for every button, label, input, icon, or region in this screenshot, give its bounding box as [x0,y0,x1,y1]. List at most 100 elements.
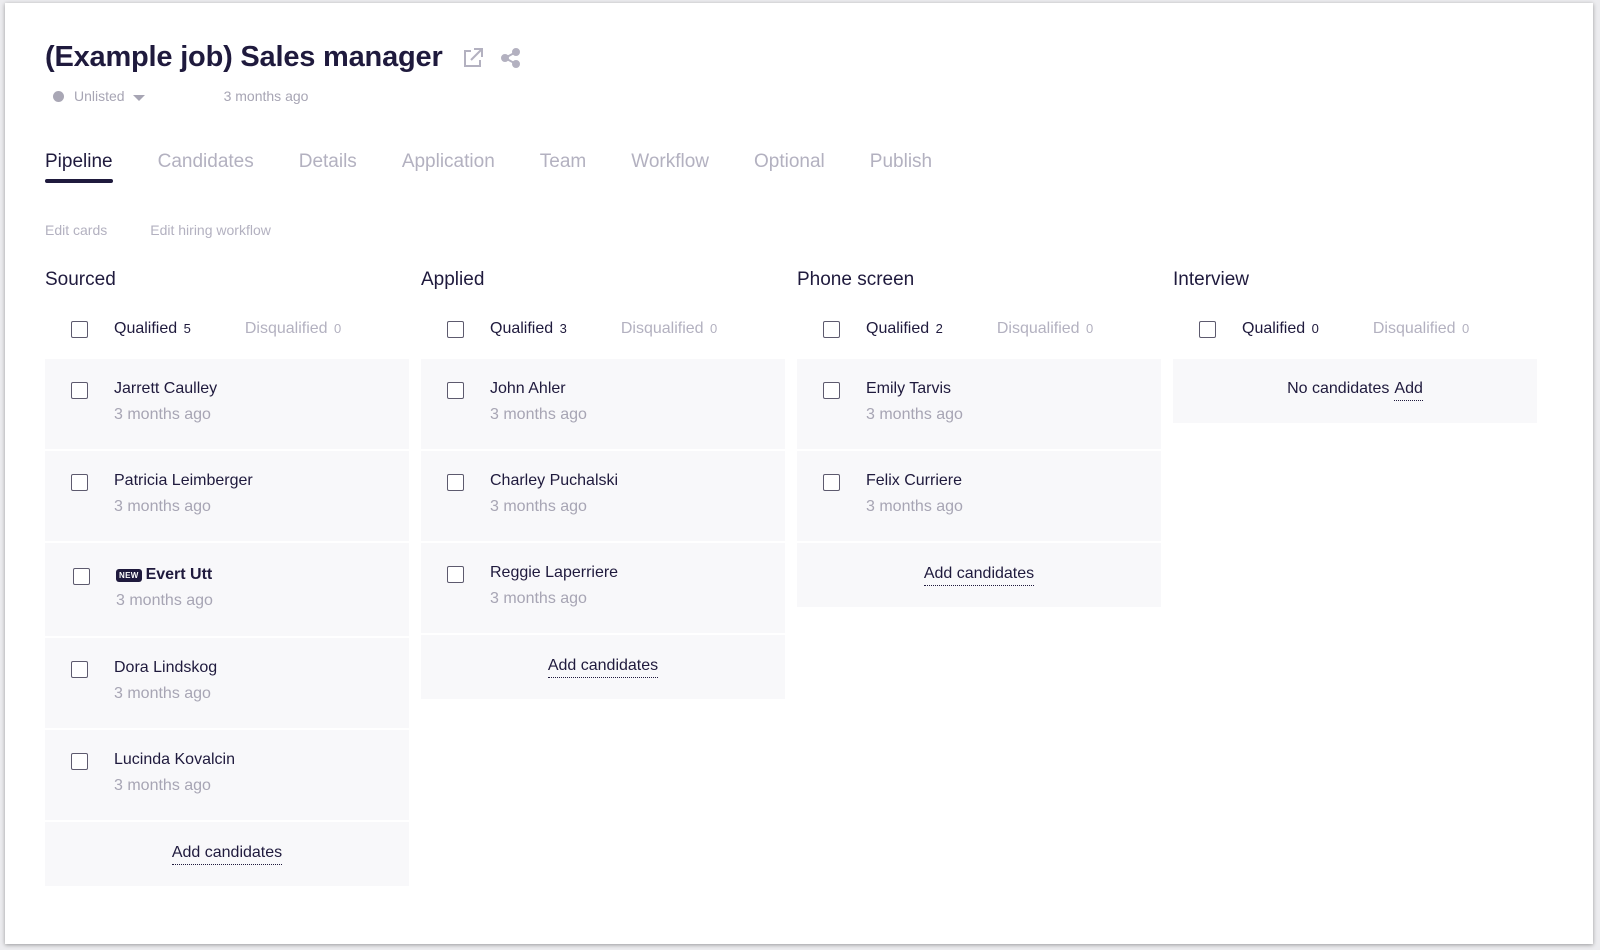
candidate-card[interactable]: Reggie Laperriere 3 months ago [421,543,785,633]
disqualified-count: 0 [1086,321,1094,336]
tab-team[interactable]: Team [540,151,586,183]
tab-workflow[interactable]: Workflow [631,151,709,183]
disqualified-count: 0 [334,321,342,336]
add-candidates-button[interactable]: Add candidates [547,657,659,678]
tab-candidates[interactable]: Candidates [158,151,254,183]
tab-details[interactable]: Details [299,151,357,183]
candidate-checkbox[interactable] [447,566,464,583]
share-icon[interactable] [499,46,523,70]
status-label: Unlisted [74,88,125,104]
candidate-info: Lucinda Kovalcin 3 months ago [114,751,235,820]
candidate-checkbox[interactable] [71,661,88,678]
chevron-down-icon [132,94,145,101]
disqualified-filter[interactable]: Disqualified 0 [621,320,717,338]
pipeline-board: Sourced Qualified 5 Disqualified 0 Jarre… [45,269,1549,886]
candidate-name: Reggie Laperriere [490,564,619,581]
candidate-card[interactable]: Dora Lindskog 3 months ago [45,638,409,728]
candidate-checkbox[interactable] [447,382,464,399]
candidate-name-row: NEW Evert Utt [116,566,213,584]
select-all-checkbox[interactable] [823,320,840,338]
candidate-date: 3 months ago [116,592,213,609]
tab-pipeline[interactable]: Pipeline [45,151,113,183]
candidate-info: Jarrett Caulley 3 months ago [114,380,217,449]
external-link-icon[interactable] [461,46,485,70]
candidate-checkbox[interactable] [73,568,90,585]
disqualified-count: 0 [710,321,718,336]
candidate-info: John Ahler 3 months ago [490,380,587,449]
candidate-info: Dora Lindskog 3 months ago [114,659,217,728]
candidate-card[interactable]: Patricia Leimberger 3 months ago [45,451,409,541]
tab-publish[interactable]: Publish [870,151,932,183]
candidate-name: Patricia Leimberger [114,472,253,489]
candidate-card[interactable]: Emily Tarvis 3 months ago [797,359,1161,449]
candidate-date: 3 months ago [114,685,211,702]
edit-hiring-workflow-link[interactable]: Edit hiring workflow [150,222,271,238]
candidate-checkbox[interactable] [71,753,88,770]
candidate-info: Charley Puchalski 3 months ago [490,472,618,541]
status-dropdown[interactable]: Unlisted [53,88,145,104]
candidate-checkbox[interactable] [71,474,88,491]
pipeline-subnav: Edit cards Edit hiring workflow [45,222,314,238]
app-window: (Example job) Sales manager Unlisted 3 m… [5,3,1593,944]
stage-column-sourced: Sourced Qualified 5 Disqualified 0 Jarre… [45,269,409,886]
qualified-filter[interactable]: Qualified 0 [1242,320,1319,338]
candidate-card[interactable]: Lucinda Kovalcin 3 months ago [45,730,409,820]
qualified-label: Qualified [866,320,930,337]
candidate-card[interactable]: John Ahler 3 months ago [421,359,785,449]
qualified-count: 0 [1311,321,1319,336]
select-all-checkbox[interactable] [447,320,464,338]
stage-title: Sourced [45,269,116,290]
candidate-date: 3 months ago [114,406,211,423]
stage-title: Phone screen [797,269,915,290]
candidate-info: NEW Evert Utt 3 months ago [116,566,213,636]
created-date: 3 months ago [223,88,309,104]
qualified-label: Qualified [114,320,178,337]
new-badge: NEW [116,568,142,582]
candidate-date: 3 months ago [866,406,963,423]
qualified-filter[interactable]: Qualified 3 [490,320,567,338]
job-tabs: Pipeline Candidates Details Application … [45,151,977,183]
select-all-checkbox[interactable] [1199,320,1216,338]
qualified-filter[interactable]: Qualified 2 [866,320,943,338]
candidate-name: Charley Puchalski [490,472,619,489]
candidate-checkbox[interactable] [71,382,88,399]
disqualified-label: Disqualified [1372,320,1456,337]
disqualified-filter[interactable]: Disqualified 0 [1373,320,1469,338]
candidate-name: Lucinda Kovalcin [114,751,235,768]
tab-optional[interactable]: Optional [754,151,825,183]
title-row: (Example job) Sales manager [45,41,523,74]
stage-title: Applied [421,269,485,290]
add-candidates-button[interactable]: Add candidates [923,565,1035,586]
candidate-date: 3 months ago [866,498,963,515]
candidate-card[interactable]: Charley Puchalski 3 months ago [421,451,785,541]
edit-cards-link[interactable]: Edit cards [45,222,107,238]
disqualified-filter[interactable]: Disqualified 0 [997,320,1093,338]
qualified-count: 5 [183,321,191,336]
qualified-label: Qualified [490,320,554,337]
status-dot-icon [53,90,64,102]
candidate-name: Emily Tarvis [866,380,952,397]
stage-column-interview: Interview Qualified 0 Disqualified 0 No … [1173,269,1537,886]
candidate-checkbox[interactable] [823,382,840,399]
select-all-checkbox[interactable] [71,320,88,338]
candidate-card[interactable]: NEW Evert Utt 3 months ago [45,543,409,636]
add-candidates-button[interactable]: Add candidates [171,844,283,865]
candidate-info: Emily Tarvis 3 months ago [866,380,963,449]
candidate-card[interactable]: Felix Curriere 3 months ago [797,451,1161,541]
no-candidates-text: No candidates [1287,380,1390,397]
candidate-info: Felix Curriere 3 months ago [866,472,963,541]
candidate-name: Dora Lindskog [114,659,218,676]
disqualified-count: 0 [1462,321,1470,336]
qualified-filter[interactable]: Qualified 5 [114,320,191,338]
disqualified-filter[interactable]: Disqualified 0 [245,320,341,338]
candidate-date: 3 months ago [114,498,211,515]
candidate-checkbox[interactable] [823,474,840,491]
tab-application[interactable]: Application [402,151,495,183]
add-candidates-row: Add candidates [797,543,1161,607]
add-candidate-link[interactable]: Add [1394,380,1423,401]
candidate-name: Jarrett Caulley [114,380,218,397]
stage-header: Qualified 0 Disqualified 0 [1173,299,1537,359]
qualified-count: 3 [559,321,567,336]
candidate-checkbox[interactable] [447,474,464,491]
candidate-card[interactable]: Jarrett Caulley 3 months ago [45,359,409,449]
